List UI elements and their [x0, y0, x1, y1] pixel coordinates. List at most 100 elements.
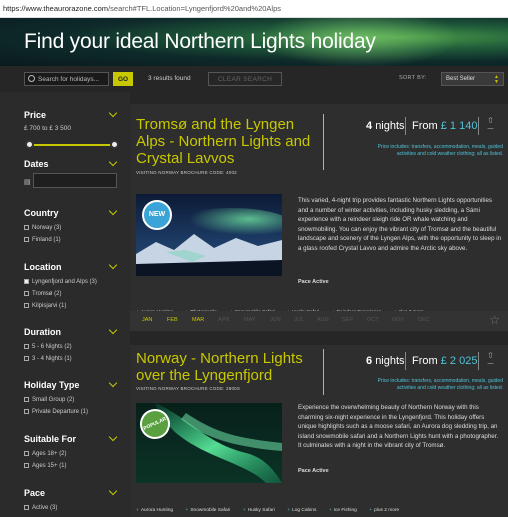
star-icon[interactable]: ☆	[489, 313, 500, 327]
month-availability: JAN FEB MAR APR MAY JUN JUL AUG SEP OCT …	[130, 311, 508, 331]
chevron-down-icon[interactable]	[108, 486, 118, 496]
search-icon	[28, 75, 35, 82]
location-option-lyngenfjord[interactable]: Lyngenfjord and Alps (3)	[24, 279, 97, 285]
checkbox[interactable]	[24, 463, 29, 468]
activity-tags: +Aurora Hunting +Photography +Snowmobile…	[136, 300, 432, 315]
checkbox[interactable]	[24, 225, 29, 230]
location-option-tromso[interactable]: Tromsø (2)	[24, 291, 61, 297]
month-oct: OCT	[367, 317, 379, 323]
clear-search-button[interactable]: CLEAR SEARCH	[208, 72, 282, 86]
pace-label: Pace Active	[298, 279, 329, 285]
chevron-down-icon[interactable]	[108, 108, 118, 118]
search-input[interactable]	[38, 74, 108, 85]
new-badge: NEW	[142, 200, 172, 230]
price-slider-track[interactable]	[29, 144, 115, 146]
month-feb: FEB	[167, 317, 178, 323]
checkbox[interactable]	[24, 344, 29, 349]
activity-tags: + Aurora Hunting + Snowmobile Safari + Husk…	[136, 498, 407, 513]
month-sep: SEP	[342, 317, 354, 323]
url-bar[interactable]: https://www.theaurorazone.com/search#TFL…	[0, 0, 508, 18]
price-slider-max-handle[interactable]	[110, 140, 119, 149]
tag: + Ice Fishing	[328, 508, 357, 513]
filter-suitable-for-heading[interactable]: Suitable For	[24, 434, 76, 444]
compare-icon[interactable]: ⇧ ─	[485, 117, 496, 133]
sort-arrows-icon: ▲ ▼	[494, 74, 499, 85]
go-button[interactable]: GO	[113, 72, 133, 86]
price-slider-min-handle[interactable]	[25, 140, 34, 149]
checkbox[interactable]	[24, 356, 29, 361]
brochure-code: VISITING NORWAY BROCHURE CODE: 2800S	[136, 386, 241, 391]
url-host: https://www.theaurorazone.com	[3, 4, 109, 13]
url-path: /search#TFL.Location=Lyngenfjord%20and%2…	[108, 4, 282, 13]
tag: +Husky Safari	[242, 508, 275, 513]
checkbox[interactable]	[24, 291, 29, 296]
search-box	[24, 72, 109, 86]
divider	[478, 117, 479, 135]
compare-icon[interactable]: ⇧ ─	[485, 352, 496, 368]
nights-count: 4 nights	[366, 120, 405, 132]
filter-pace-heading[interactable]: Pace	[24, 488, 45, 498]
chevron-down-icon[interactable]	[108, 157, 118, 167]
chevron-down-icon[interactable]	[108, 325, 118, 335]
duration-option-5-6[interactable]: 5 - 6 Nights (2)	[24, 344, 72, 350]
search-toolbar: GO 3 results found CLEAR SEARCH SORT BY:…	[0, 66, 508, 92]
month-aug: AUG	[317, 317, 329, 323]
sort-select[interactable]: Best Seller ▲ ▼	[441, 72, 504, 86]
country-option-finland[interactable]: Finland (1)	[24, 237, 61, 243]
filter-holiday-type-heading[interactable]: Holiday Type	[24, 380, 79, 390]
chevron-down-icon[interactable]	[108, 206, 118, 216]
date-input[interactable]	[33, 173, 117, 188]
filter-price-heading[interactable]: Price	[24, 110, 46, 120]
holiday-description: Experience the overwhelming beauty of No…	[298, 404, 499, 449]
holiday-image[interactable]: NEW	[136, 194, 282, 276]
checkbox[interactable]	[24, 303, 29, 308]
tag-more[interactable]: +plus 2 more	[369, 508, 399, 513]
checkbox[interactable]	[24, 397, 29, 402]
month-jan: JAN	[142, 317, 153, 323]
price-from: From £ 1 140	[412, 120, 478, 132]
pace-label: Pace Active	[298, 468, 329, 474]
divider	[478, 352, 479, 370]
month-apr: APR	[218, 317, 230, 323]
tag: +Aurora Hunting	[136, 508, 174, 513]
brochure-code: VISITING NORWAY BROCHURE CODE: 4002	[136, 170, 237, 175]
month-may: MAY	[244, 317, 256, 323]
filter-dates-heading[interactable]: Dates	[24, 159, 49, 169]
tag: + Log Cabins	[287, 508, 317, 513]
checkbox[interactable]	[24, 237, 29, 242]
holiday-title[interactable]: Norway - Northern Lights over the Lyngen…	[136, 350, 303, 384]
holiday-type-option-small-group[interactable]: Small Group (2)	[24, 397, 74, 403]
holiday-image[interactable]: POPULAR	[136, 403, 282, 483]
filter-country-heading[interactable]: Country	[24, 208, 59, 218]
filter-sidebar: Price £ 700 to £ 3 500 Dates ▤ Country N…	[0, 92, 130, 517]
chevron-down-icon[interactable]	[108, 260, 118, 270]
suitable-option-15[interactable]: Ages 15+ (1)	[24, 463, 67, 469]
pace-option-active[interactable]: Active (3)	[24, 505, 57, 511]
checkbox-checked[interactable]	[24, 279, 29, 284]
duration-option-3-4[interactable]: 3 - 4 Nights (1)	[24, 356, 72, 362]
page-title: Find your ideal Northern Lights holiday	[24, 30, 376, 53]
month-jul: JUL	[294, 317, 304, 323]
holiday-type-option-private[interactable]: Private Departure (1)	[24, 409, 88, 415]
filter-duration-heading[interactable]: Duration	[24, 327, 61, 337]
holiday-card: Norway - Northern Lights over the Lyngen…	[130, 345, 508, 517]
results-list: Tromsø and the Lyngen Alps - Northern Li…	[130, 92, 508, 517]
holiday-description: This varied, 4-night trip provides fanta…	[298, 197, 502, 252]
hero-banner: Find your ideal Northern Lights holiday	[0, 18, 508, 66]
divider	[323, 114, 324, 170]
checkbox[interactable]	[24, 451, 29, 456]
chevron-down-icon[interactable]	[108, 378, 118, 388]
price-from: From £ 2 025	[412, 355, 478, 367]
month-jun: JUN	[270, 317, 281, 323]
suitable-option-18[interactable]: Ages 18+ (2)	[24, 451, 67, 457]
holiday-title[interactable]: Tromsø and the Lyngen Alps - Northern Li…	[136, 116, 310, 167]
checkbox[interactable]	[24, 505, 29, 510]
chevron-down-icon[interactable]	[108, 432, 118, 442]
location-option-kilpisjarvi[interactable]: Kilpisjarvi (1)	[24, 303, 66, 309]
checkbox[interactable]	[24, 409, 29, 414]
month-mar: MAR	[192, 317, 205, 323]
price-range-text: £ 700 to £ 3 500	[24, 125, 71, 132]
filter-location-heading[interactable]: Location	[24, 262, 62, 272]
country-option-norway[interactable]: Norway (3)	[24, 225, 61, 231]
divider	[323, 349, 324, 395]
